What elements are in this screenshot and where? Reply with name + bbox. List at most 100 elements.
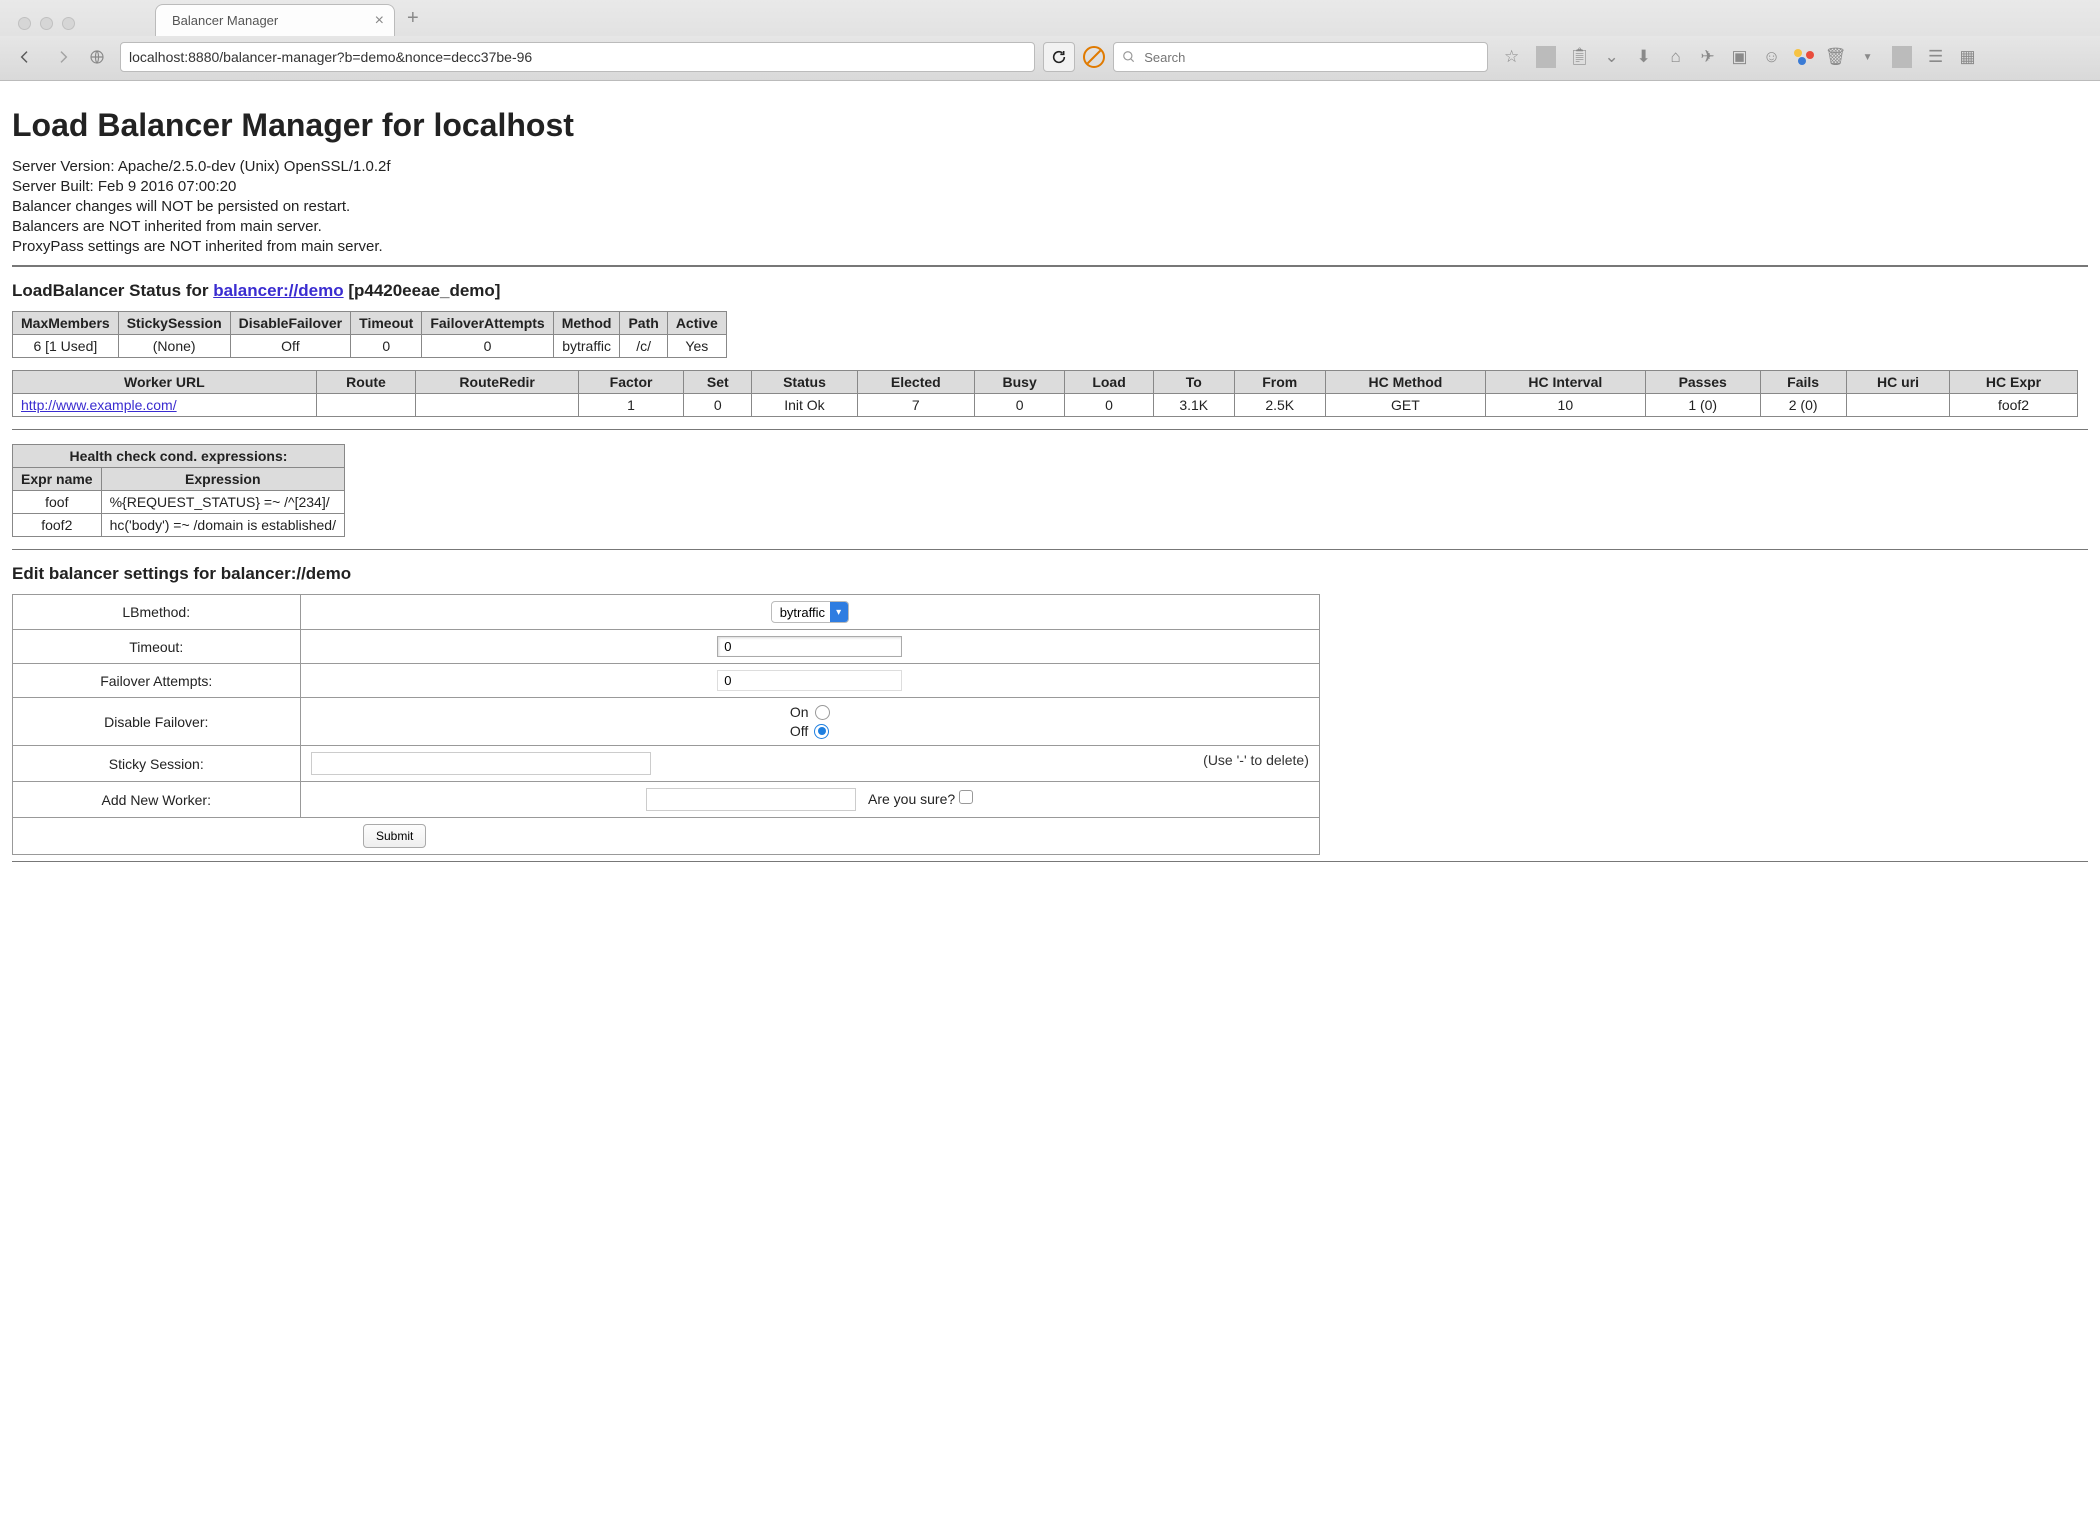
divider — [12, 429, 2088, 430]
worker-header: Fails — [1760, 371, 1846, 394]
search-bar[interactable] — [1113, 42, 1487, 72]
globe-icon[interactable] — [82, 43, 112, 71]
worker-cell — [416, 394, 579, 417]
summary-cell: 0 — [351, 335, 422, 358]
summary-cell: 0 — [422, 335, 553, 358]
timeout-input[interactable] — [717, 636, 902, 657]
hc-name: foof — [13, 491, 102, 514]
worker-cell: 0 — [684, 394, 752, 417]
pocket-icon[interactable]: ⌄ — [1602, 47, 1622, 67]
download-icon[interactable]: ⬇ — [1634, 47, 1654, 67]
balancer-summary-table: MaxMembersStickySessionDisableFailoverTi… — [12, 311, 727, 358]
separator — [1892, 46, 1912, 68]
maximize-window-button[interactable] — [62, 17, 75, 30]
health-check-table: Health check cond. expressions: Expr nam… — [12, 444, 345, 537]
worker-header: Route — [316, 371, 416, 394]
label-add-worker: Add New Worker: — [13, 782, 301, 818]
hc-name: foof2 — [13, 514, 102, 537]
summary-header: Timeout — [351, 312, 422, 335]
note-inherit: Balancers are NOT inherited from main se… — [12, 218, 2088, 235]
browser-chrome: Balancer Manager × + ☆ 📋︎ ⌄ — [0, 0, 2100, 81]
worker-cell: 0 — [1065, 394, 1154, 417]
close-window-button[interactable] — [18, 17, 31, 30]
sticky-session-input[interactable] — [311, 752, 651, 775]
summary-header: Path — [620, 312, 667, 335]
worker-cell: 1 (0) — [1645, 394, 1760, 417]
lbmethod-select[interactable]: bytraffic — [772, 604, 830, 621]
page-title: Load Balancer Manager for localhost — [12, 107, 2088, 144]
worker-header: Status — [752, 371, 857, 394]
worker-cell: 10 — [1485, 394, 1645, 417]
window-controls — [12, 17, 85, 36]
adblock-icon[interactable] — [1083, 46, 1105, 68]
balancer-link[interactable]: balancer://demo — [213, 281, 343, 300]
label-failover-attempts: Failover Attempts: — [13, 664, 301, 698]
new-tab-button[interactable]: + — [395, 7, 431, 36]
reload-button[interactable] — [1043, 42, 1075, 72]
server-info: Server Version: Apache/2.5.0-dev (Unix) … — [12, 158, 2088, 255]
back-button[interactable] — [10, 43, 40, 71]
worker-cell: 2 (0) — [1760, 394, 1846, 417]
submit-button[interactable]: Submit — [363, 824, 426, 848]
tab-strip: Balancer Manager × + — [0, 0, 2100, 36]
url-input[interactable] — [127, 48, 1028, 66]
edit-heading: Edit balancer settings for balancer://de… — [12, 564, 2088, 584]
label-timeout: Timeout: — [13, 630, 301, 664]
chat-icon[interactable]: ☺ — [1762, 47, 1782, 67]
worker-url-link[interactable]: http://www.example.com/ — [21, 397, 177, 413]
trash-icon[interactable]: 🗑︎ — [1826, 47, 1846, 67]
add-worker-confirm-checkbox[interactable] — [959, 790, 973, 804]
note-proxy: ProxyPass settings are NOT inherited fro… — [12, 238, 2088, 255]
worker-cell: 1 — [578, 394, 683, 417]
bookmark-star-icon[interactable]: ☆ — [1502, 47, 1522, 67]
divider — [12, 549, 2088, 550]
menu-icon[interactable]: ☰ — [1926, 47, 1946, 67]
label-sticky-session: Sticky Session: — [13, 746, 301, 782]
url-bar[interactable] — [120, 42, 1035, 72]
summary-header: MaxMembers — [13, 312, 119, 335]
hc-row: foof2hc('body') =~ /domain is establishe… — [13, 514, 345, 537]
worker-header: HC Method — [1325, 371, 1485, 394]
disable-failover-on[interactable]: On — [790, 704, 830, 720]
worker-row: http://www.example.com/10Init Ok7003.1K2… — [13, 394, 2078, 417]
worker-cell — [1846, 394, 1950, 417]
summary-header: Method — [553, 312, 620, 335]
radio-icon[interactable] — [815, 705, 830, 720]
search-input[interactable] — [1142, 49, 1478, 66]
worker-header: Worker URL — [13, 371, 317, 394]
home-icon[interactable]: ⌂ — [1666, 47, 1686, 67]
summary-header: FailoverAttempts — [422, 312, 553, 335]
worker-cell: 3.1K — [1153, 394, 1234, 417]
worker-header: Load — [1065, 371, 1154, 394]
grid-icon[interactable]: ▦ — [1958, 47, 1978, 67]
worker-cell: Init Ok — [752, 394, 857, 417]
forward-button[interactable] — [48, 43, 78, 71]
summary-header: DisableFailover — [230, 312, 351, 335]
clipboard-icon[interactable]: 📋︎ — [1570, 47, 1590, 67]
send-icon[interactable]: ✈ — [1698, 47, 1718, 67]
worker-cell: 0 — [975, 394, 1065, 417]
browser-tab[interactable]: Balancer Manager × — [155, 4, 395, 36]
summary-header: StickySession — [118, 312, 230, 335]
dropdown-caret-icon[interactable]: ▼ — [1858, 52, 1878, 63]
worker-header: From — [1234, 371, 1325, 394]
radio-icon[interactable] — [814, 724, 829, 739]
worker-cell: GET — [1325, 394, 1485, 417]
worker-table: Worker URLRouteRouteRedirFactorSetStatus… — [12, 370, 2078, 417]
save-icon[interactable]: ▣ — [1730, 47, 1750, 67]
failover-attempts-input[interactable] — [717, 670, 902, 691]
worker-cell: 2.5K — [1234, 394, 1325, 417]
worker-cell: http://www.example.com/ — [13, 394, 317, 417]
chevron-down-icon: ▾ — [830, 601, 848, 623]
lbmethod-select-wrap[interactable]: bytraffic ▾ — [771, 601, 849, 623]
browser-toolbar: ☆ 📋︎ ⌄ ⬇ ⌂ ✈ ▣ ☺ 🗑︎ ▼ ☰ ▦ — [0, 36, 2100, 80]
close-tab-icon[interactable]: × — [375, 13, 384, 29]
hc-title: Health check cond. expressions: — [13, 445, 345, 468]
color-dots-icon[interactable] — [1794, 49, 1814, 65]
worker-header: HC Expr — [1950, 371, 2077, 394]
disable-failover-off[interactable]: Off — [790, 723, 829, 739]
add-worker-input[interactable] — [646, 788, 856, 811]
worker-header: HC uri — [1846, 371, 1950, 394]
minimize-window-button[interactable] — [40, 17, 53, 30]
summary-header: Active — [667, 312, 726, 335]
